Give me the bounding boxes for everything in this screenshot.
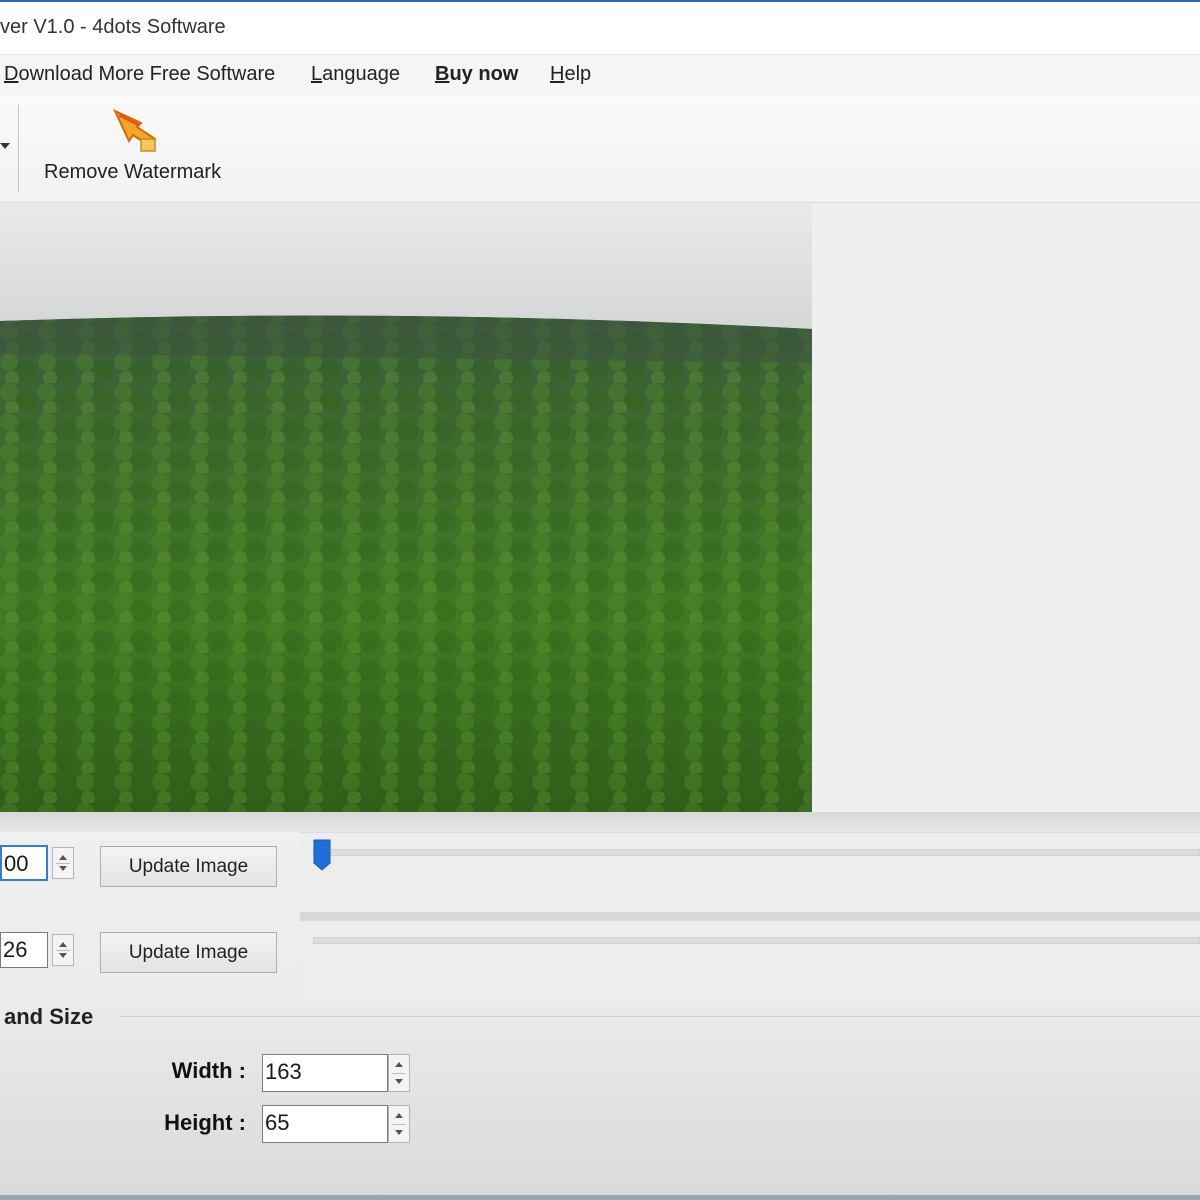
window-frame-bottom bbox=[0, 1195, 1200, 1200]
stepper-up-icon[interactable] bbox=[395, 1113, 403, 1118]
video-preview bbox=[0, 203, 812, 812]
menu-buy-now[interactable]: Buy now bbox=[435, 63, 518, 86]
forest-video-frame bbox=[0, 203, 812, 812]
position-slider-panel bbox=[300, 832, 1200, 913]
stepper-down-icon[interactable] bbox=[395, 1079, 403, 1084]
width-label: Width : bbox=[171, 1058, 246, 1083]
height-input[interactable]: 65 bbox=[262, 1105, 388, 1143]
stepper-down-icon[interactable] bbox=[59, 953, 67, 958]
menu-bar: Download More Free Software Language Buy… bbox=[0, 55, 1200, 97]
position-stepper[interactable] bbox=[52, 847, 74, 879]
frame-slider-panel bbox=[300, 920, 1200, 1001]
width-input[interactable]: 163 bbox=[262, 1054, 388, 1092]
row-separator bbox=[300, 912, 1200, 920]
title-bar: ver V1.0 - 4dots Software bbox=[0, 2, 1200, 55]
frame-slider-track[interactable] bbox=[313, 937, 1200, 944]
position-size-group-label: and Size bbox=[4, 1004, 94, 1029]
panel-divider[interactable] bbox=[0, 812, 1200, 832]
remove-watermark-label: Remove Watermark bbox=[44, 161, 222, 183]
dropdown-arrow-icon[interactable] bbox=[0, 143, 10, 149]
menu-download-more-free-software[interactable]: Download More Free Software bbox=[4, 63, 275, 86]
stepper-up-icon[interactable] bbox=[59, 855, 67, 860]
stepper-up-icon[interactable] bbox=[395, 1062, 403, 1067]
window-title: ver V1.0 - 4dots Software bbox=[0, 16, 226, 38]
stepper-down-icon[interactable] bbox=[395, 1130, 403, 1135]
width-stepper[interactable] bbox=[388, 1054, 410, 1092]
position-input[interactable]: 00 bbox=[0, 845, 48, 881]
menu-language[interactable]: Language bbox=[311, 63, 400, 86]
update-image-button-1[interactable]: Update Image bbox=[100, 846, 277, 887]
right-pane bbox=[812, 203, 1200, 812]
group-border bbox=[120, 1016, 1200, 1017]
update-image-button-2[interactable]: Update Image bbox=[100, 932, 277, 973]
frame-stepper[interactable] bbox=[52, 934, 74, 966]
toolbar: Remove Watermark bbox=[0, 97, 1200, 203]
toolbar-separator bbox=[18, 105, 19, 193]
height-label: Height : bbox=[164, 1110, 246, 1135]
frame-input[interactable]: 26 bbox=[0, 932, 48, 968]
menu-help[interactable]: Help bbox=[550, 63, 591, 86]
stepper-down-icon[interactable] bbox=[59, 866, 67, 871]
remove-watermark-button[interactable]: Remove Watermark bbox=[36, 103, 234, 193]
position-slider-track[interactable] bbox=[313, 849, 1200, 856]
height-stepper[interactable] bbox=[388, 1105, 410, 1143]
stepper-up-icon[interactable] bbox=[59, 942, 67, 947]
position-slider-thumb[interactable] bbox=[313, 839, 331, 871]
remove-watermark-arrow-icon bbox=[112, 109, 157, 152]
